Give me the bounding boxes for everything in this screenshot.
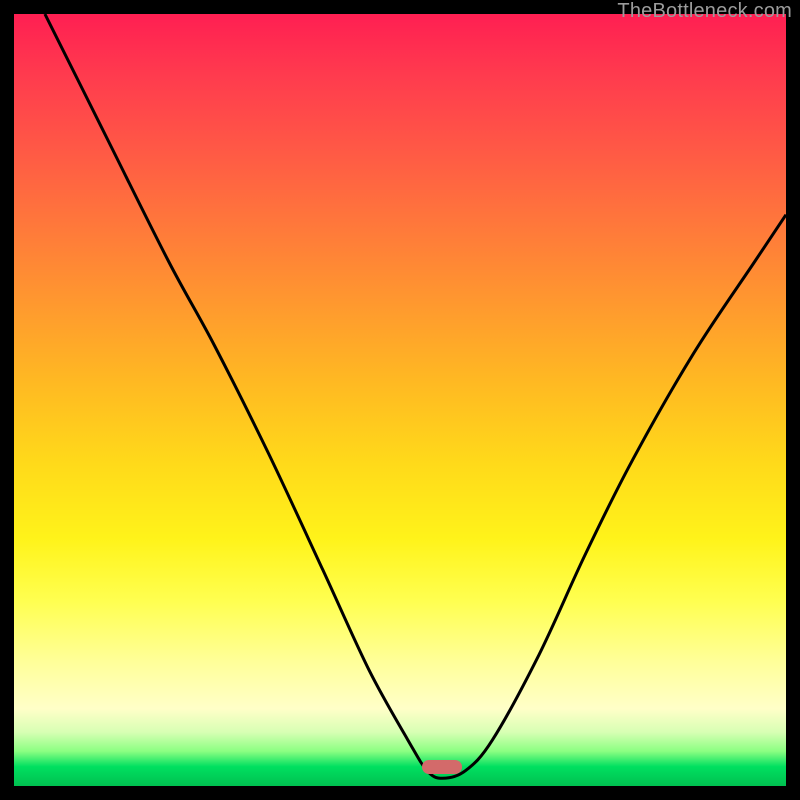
optimal-marker	[422, 760, 462, 774]
watermark-text: TheBottleneck.com	[617, 0, 792, 23]
chart-plot-area	[14, 14, 786, 786]
chart-frame: TheBottleneck.com	[0, 0, 800, 800]
bottleneck-curve	[14, 14, 786, 786]
